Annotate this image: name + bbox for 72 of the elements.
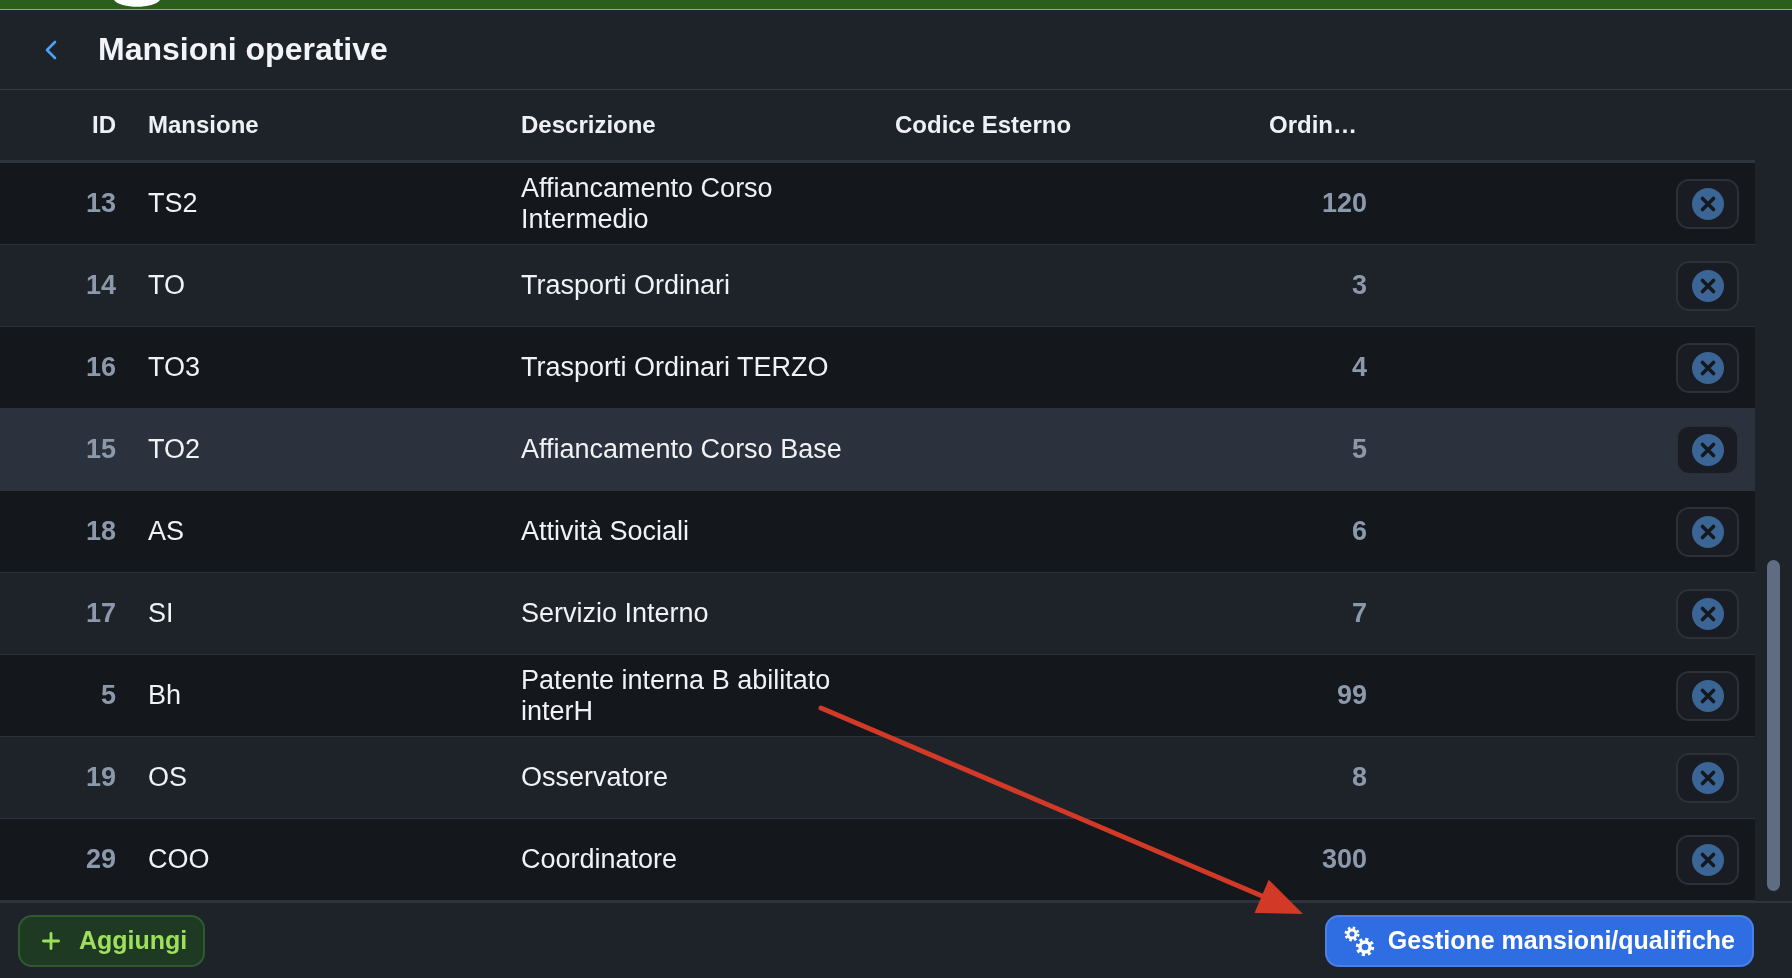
delete-button[interactable] [1676, 424, 1739, 475]
table-cell-text: TO3 [148, 352, 202, 383]
table-cell-text: 29 [84, 844, 116, 875]
table-cell-text: 5 [99, 680, 116, 711]
add-button[interactable]: Aggiungi [18, 914, 206, 967]
table-cell-text: AS [148, 516, 186, 547]
table-cell-text: 17 [84, 598, 116, 629]
delete-button[interactable] [1676, 752, 1739, 803]
x-circle-icon [1691, 433, 1724, 466]
table-cell-text: Trasporti Ordinari TERZO [521, 352, 830, 383]
table-cell-text: 3 [1350, 270, 1367, 301]
table-row[interactable]: 18 AS Attività Sociali 6 [0, 491, 1755, 573]
table-cell-text: 120 [1320, 188, 1367, 219]
delete-button[interactable] [1676, 260, 1739, 311]
table-cell-text: TS2 [148, 188, 199, 219]
x-circle-icon [1691, 269, 1724, 302]
column-header: Ordin… [1269, 111, 1358, 139]
delete-button[interactable] [1676, 178, 1739, 229]
table-cell-text: Affiancamento Corso Intermedio [521, 172, 774, 235]
table-cell-text: Attività Sociali [521, 516, 691, 547]
column-header: ID [91, 111, 116, 139]
delete-button[interactable] [1676, 834, 1739, 885]
table-cell-text: 7 [1350, 598, 1367, 629]
x-circle-icon [1691, 843, 1724, 876]
x-circle-icon [1691, 597, 1724, 630]
chevron-left-icon [45, 39, 57, 60]
column-header: Descrizione [521, 111, 657, 139]
gears-icon [1342, 924, 1375, 957]
table-cell-text: Coordinatore [521, 844, 679, 875]
table-cell-text: 5 [1350, 434, 1367, 465]
table-cell-text: TO2 [148, 434, 202, 465]
column-header: Codice Esterno [895, 111, 1073, 139]
delete-button[interactable] [1676, 506, 1739, 557]
page-title: Mansioni operative [98, 31, 388, 68]
scrollbar-thumb[interactable] [1767, 560, 1780, 891]
x-circle-icon [1691, 515, 1724, 548]
table-row[interactable]: 29 COO Coordinatore 300 [0, 819, 1755, 901]
table-cell-text: SI [148, 598, 175, 629]
table-cell-text: 19 [84, 762, 116, 793]
logo [114, 0, 160, 7]
column-header: Mansione [148, 111, 260, 139]
table-cell-text: Servizio Interno [521, 598, 710, 629]
x-circle-icon [1691, 351, 1724, 384]
table-cell-text: 14 [84, 270, 116, 301]
table-cell-text: 8 [1350, 762, 1367, 793]
table-row[interactable]: 16 TO3 Trasporti Ordinari TERZO 4 [0, 327, 1755, 409]
delete-button[interactable] [1676, 588, 1739, 639]
table-cell-text: 6 [1350, 516, 1367, 547]
manage-button[interactable]: Gestione mansioni/qualifiche [1324, 914, 1754, 967]
table-cell-text: 18 [84, 516, 116, 547]
table-cell-text: 16 [84, 352, 116, 383]
table-cell-text: Trasporti Ordinari [521, 270, 732, 301]
table-cell-text: Osservatore [521, 762, 670, 793]
table-cell-text: OS [148, 762, 188, 793]
delete-button[interactable] [1676, 342, 1739, 393]
table-row[interactable]: 13 TS2 Affiancamento Corso Intermedio 120 [0, 163, 1755, 245]
table-cell-text: 4 [1350, 352, 1367, 383]
table-cell-text: Affiancamento Corso Base [521, 434, 843, 465]
delete-button[interactable] [1676, 670, 1739, 721]
table-cell-text: Patente interna B abilitato interH [521, 664, 832, 727]
table-cell-text: 300 [1320, 844, 1367, 875]
table-cell-text: Bh [148, 680, 183, 711]
x-circle-icon [1691, 679, 1724, 712]
table-cell-text: COO [148, 844, 211, 875]
table-row[interactable]: 5 Bh Patente interna B abilitato interH 99 [0, 655, 1755, 737]
table-cell-text: TO [148, 270, 186, 301]
table-cell-text: 13 [84, 188, 116, 219]
table-cell-text: 99 [1335, 680, 1367, 711]
table-row[interactable]: 15 TO2 Affiancamento Corso Base 5 [0, 409, 1755, 491]
x-circle-icon [1691, 187, 1724, 220]
x-circle-icon [1691, 761, 1724, 794]
table-cell-text: 15 [84, 434, 116, 465]
